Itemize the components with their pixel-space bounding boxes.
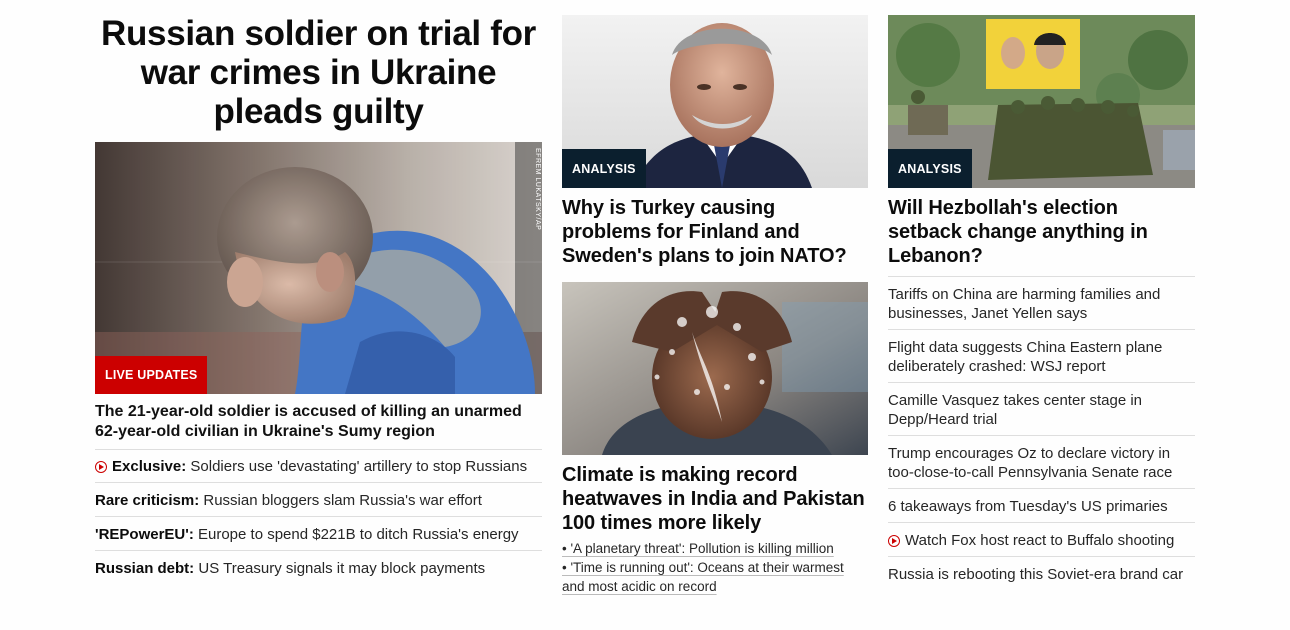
related-text: Soldiers use 'devastating' artillery to …	[186, 458, 528, 475]
hezbollah-headline[interactable]: Will Hezbollah's election setback change…	[888, 196, 1195, 268]
related-link[interactable]: • 'A planetary threat': Pollution is kil…	[562, 541, 834, 556]
right-column: ANALYSIS Will Hezbollah's election setba…	[888, 0, 1195, 590]
middle-column: ANALYSIS Why is Turkey causing problems …	[562, 0, 868, 596]
list-item[interactable]: 6 takeaways from Tuesday's US primaries	[888, 488, 1195, 522]
list-item[interactable]: Flight data suggests China Eastern plane…	[888, 329, 1195, 382]
headline-link[interactable]: Russia is rebooting this Soviet-era bran…	[888, 565, 1195, 584]
heatwave-headline[interactable]: Climate is making record heatwaves in In…	[562, 463, 868, 535]
list-item[interactable]: 'REPowerEU': Europe to spend $221B to di…	[95, 516, 542, 550]
headlines-list: Tariffs on China are harming families an…	[888, 276, 1195, 590]
list-item[interactable]: Camille Vasquez takes center stage in De…	[888, 382, 1195, 435]
photo-credit: EFREM LUKATSKY/AP	[534, 148, 541, 231]
hezbollah-story-image[interactable]: ANALYSIS	[888, 15, 1195, 188]
related-text: Europe to spend $221B to ditch Russia's …	[193, 526, 519, 543]
list-item[interactable]: • 'Time is running out': Oceans at their…	[562, 558, 868, 596]
heatwave-photo	[562, 282, 868, 455]
headline-link[interactable]: Tariffs on China are harming families an…	[888, 285, 1195, 323]
turkey-story-image[interactable]: ANALYSIS	[562, 15, 868, 188]
related-prefix: 'REPowerEU':	[95, 526, 194, 543]
related-prefix: Russian debt:	[95, 560, 195, 577]
lead-summary[interactable]: The 21-year-old soldier is accused of ki…	[95, 402, 542, 442]
list-item[interactable]: Trump encourages Oz to declare victory i…	[888, 435, 1195, 488]
list-item[interactable]: Russia is rebooting this Soviet-era bran…	[888, 556, 1195, 590]
play-icon	[95, 461, 107, 473]
related-text: Russian bloggers slam Russia's war effor…	[199, 492, 482, 509]
heatwave-story-image[interactable]	[562, 282, 868, 455]
related-link[interactable]: • 'Time is running out': Oceans at their…	[562, 560, 844, 594]
list-item[interactable]: Russian debt: US Treasury signals it may…	[95, 550, 542, 584]
analysis-badge[interactable]: ANALYSIS	[888, 149, 972, 188]
related-prefix: Rare criticism:	[95, 492, 200, 509]
billboard	[986, 19, 1080, 89]
turkey-nato-headline[interactable]: Why is Turkey causing problems for Finla…	[562, 196, 868, 268]
list-item[interactable]: Watch Fox host react to Buffalo shooting	[888, 522, 1195, 556]
heatwave-related-links: • 'A planetary threat': Pollution is kil…	[562, 539, 868, 596]
list-item[interactable]: Exclusive: Soldiers use 'devastating' ar…	[95, 449, 542, 482]
lead-image[interactable]: EFREM LUKATSKY/AP LIVE UPDATES	[95, 142, 542, 394]
related-prefix: Exclusive:	[112, 458, 187, 475]
lead-related-list: Exclusive: Soldiers use 'devastating' ar…	[95, 449, 542, 584]
lead-headline[interactable]: Russian soldier on trial for war crimes …	[95, 14, 542, 131]
list-item[interactable]: Rare criticism: Russian bloggers slam Ru…	[95, 482, 542, 516]
list-item[interactable]: • 'A planetary threat': Pollution is kil…	[562, 539, 868, 558]
lead-story-column: Russian soldier on trial for war crimes …	[95, 0, 542, 584]
headline-link[interactable]: Camille Vasquez takes center stage in De…	[888, 391, 1195, 429]
headline-link[interactable]: 6 takeaways from Tuesday's US primaries	[888, 497, 1195, 516]
play-icon	[888, 535, 900, 547]
related-text: US Treasury signals it may block payment…	[194, 560, 486, 577]
headline-link[interactable]: Flight data suggests China Eastern plane…	[888, 338, 1195, 376]
headline-link[interactable]: Trump encourages Oz to declare victory i…	[888, 444, 1195, 482]
live-updates-badge[interactable]: LIVE UPDATES	[95, 356, 208, 394]
list-item[interactable]: Tariffs on China are harming families an…	[888, 276, 1195, 329]
headline-text: Watch Fox host react to Buffalo shooting	[905, 532, 1175, 549]
analysis-badge[interactable]: ANALYSIS	[562, 149, 646, 188]
